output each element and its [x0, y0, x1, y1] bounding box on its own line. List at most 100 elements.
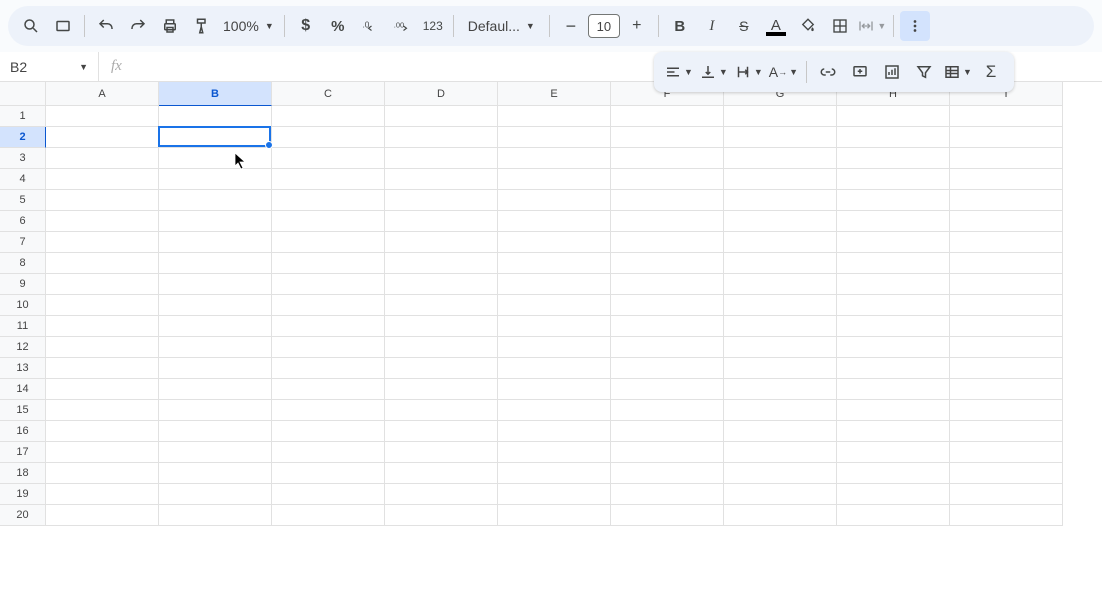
- cell[interactable]: [159, 190, 272, 211]
- cell[interactable]: [46, 148, 159, 169]
- cell[interactable]: [950, 253, 1063, 274]
- cell[interactable]: [46, 211, 159, 232]
- cell[interactable]: [950, 505, 1063, 526]
- row-header[interactable]: 17: [0, 442, 46, 463]
- cell[interactable]: [950, 295, 1063, 316]
- functions-icon[interactable]: Σ: [976, 57, 1006, 87]
- filter-icon[interactable]: [909, 57, 939, 87]
- column-header[interactable]: A: [46, 82, 159, 106]
- cell[interactable]: [837, 169, 950, 190]
- row-header[interactable]: 2: [0, 127, 46, 148]
- cell[interactable]: [611, 148, 724, 169]
- cell[interactable]: [950, 211, 1063, 232]
- cell[interactable]: [724, 337, 837, 358]
- cell[interactable]: [159, 211, 272, 232]
- cell[interactable]: [46, 358, 159, 379]
- cell[interactable]: [159, 127, 272, 148]
- cell[interactable]: [724, 358, 837, 379]
- cell[interactable]: [385, 316, 498, 337]
- cell[interactable]: [498, 106, 611, 127]
- cell[interactable]: [159, 379, 272, 400]
- cell[interactable]: [837, 253, 950, 274]
- row-header[interactable]: 10: [0, 295, 46, 316]
- cell[interactable]: [46, 274, 159, 295]
- cell[interactable]: [724, 169, 837, 190]
- cell[interactable]: [611, 358, 724, 379]
- cell[interactable]: [950, 169, 1063, 190]
- cell[interactable]: [724, 463, 837, 484]
- cell[interactable]: [950, 379, 1063, 400]
- cell[interactable]: [385, 190, 498, 211]
- cell[interactable]: [837, 127, 950, 148]
- cell[interactable]: [46, 232, 159, 253]
- cell[interactable]: [611, 316, 724, 337]
- cell[interactable]: [611, 295, 724, 316]
- row-header[interactable]: 3: [0, 148, 46, 169]
- zoom-dropdown[interactable]: 100% ▼: [219, 18, 278, 34]
- cell[interactable]: [46, 379, 159, 400]
- cell[interactable]: [724, 274, 837, 295]
- cell[interactable]: [611, 127, 724, 148]
- cell[interactable]: [498, 253, 611, 274]
- cell[interactable]: [498, 148, 611, 169]
- insert-chart-icon[interactable]: [877, 57, 907, 87]
- cell[interactable]: [837, 274, 950, 295]
- cell[interactable]: [498, 316, 611, 337]
- search-icon[interactable]: [16, 11, 46, 41]
- cell[interactable]: [498, 337, 611, 358]
- cell[interactable]: [272, 190, 385, 211]
- insert-link-icon[interactable]: [813, 57, 843, 87]
- cell[interactable]: [46, 316, 159, 337]
- cell[interactable]: [46, 169, 159, 190]
- cell[interactable]: [159, 169, 272, 190]
- cell[interactable]: [611, 274, 724, 295]
- row-header[interactable]: 1: [0, 106, 46, 127]
- cell[interactable]: [159, 253, 272, 274]
- row-header[interactable]: 7: [0, 232, 46, 253]
- cell[interactable]: [46, 442, 159, 463]
- cell[interactable]: [272, 442, 385, 463]
- column-header[interactable]: D: [385, 82, 498, 106]
- cell[interactable]: [385, 337, 498, 358]
- cell[interactable]: [611, 463, 724, 484]
- cell[interactable]: [385, 127, 498, 148]
- text-color-button[interactable]: A: [761, 17, 791, 36]
- cell[interactable]: [498, 211, 611, 232]
- cell[interactable]: [272, 106, 385, 127]
- strikethrough-icon[interactable]: S: [729, 11, 759, 41]
- cell[interactable]: [385, 169, 498, 190]
- cell[interactable]: [837, 421, 950, 442]
- cell[interactable]: [272, 337, 385, 358]
- cell[interactable]: [272, 358, 385, 379]
- cell[interactable]: [385, 379, 498, 400]
- table-view-dropdown[interactable]: ▼: [941, 63, 974, 81]
- cell[interactable]: [724, 484, 837, 505]
- cell[interactable]: [611, 337, 724, 358]
- cell[interactable]: [498, 127, 611, 148]
- cell[interactable]: [272, 127, 385, 148]
- cell[interactable]: [837, 505, 950, 526]
- cell[interactable]: [46, 421, 159, 442]
- cell[interactable]: [159, 232, 272, 253]
- text-rotation-dropdown[interactable]: A→ ▼: [767, 64, 800, 80]
- cell[interactable]: [611, 190, 724, 211]
- cell[interactable]: [611, 106, 724, 127]
- cell[interactable]: [272, 484, 385, 505]
- cell[interactable]: [159, 316, 272, 337]
- cell[interactable]: [272, 463, 385, 484]
- cell[interactable]: [385, 484, 498, 505]
- cell[interactable]: [498, 232, 611, 253]
- percent-icon[interactable]: %: [323, 11, 353, 41]
- cell[interactable]: [272, 400, 385, 421]
- cell[interactable]: [385, 505, 498, 526]
- cell[interactable]: [498, 358, 611, 379]
- cell[interactable]: [498, 505, 611, 526]
- cell[interactable]: [950, 442, 1063, 463]
- cell[interactable]: [950, 232, 1063, 253]
- cell[interactable]: [272, 316, 385, 337]
- cell[interactable]: [950, 463, 1063, 484]
- cell[interactable]: [159, 148, 272, 169]
- cell[interactable]: [159, 442, 272, 463]
- number-format-button[interactable]: 123: [419, 11, 447, 41]
- cell[interactable]: [498, 190, 611, 211]
